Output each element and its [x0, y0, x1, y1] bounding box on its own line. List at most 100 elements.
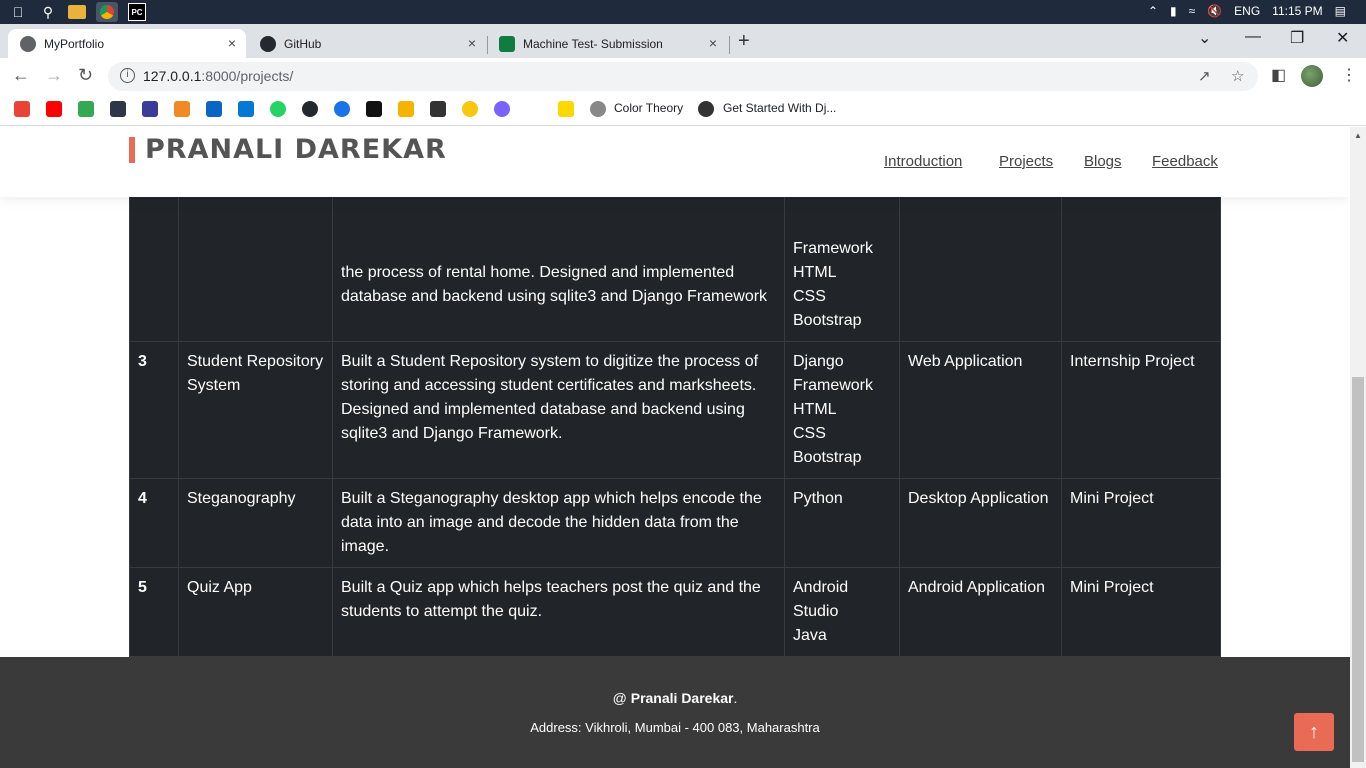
project-row: 5 Quiz App Built a Quiz app which helps te…	[129, 567, 1221, 657]
linkedin-icon[interactable]	[206, 101, 222, 117]
project-type: Desktop Application	[899, 478, 1062, 568]
project-technologies: Django Framework HTML CSS Bootstrap	[784, 341, 900, 479]
nox-icon[interactable]	[526, 101, 542, 117]
bookmark-color-theory[interactable]: Color Theory	[614, 101, 683, 115]
tab-myportfolio[interactable]: MyPortfolio ×	[8, 29, 246, 58]
project-technologies: Android Studio Java	[784, 567, 900, 657]
back-icon[interactable]: ←	[12, 65, 30, 86]
profile-avatar[interactable]	[1301, 65, 1323, 87]
project-row: 4 Steganography Built a Steganography desk…	[129, 478, 1221, 568]
youtube-icon[interactable]	[46, 101, 62, 117]
clock[interactable]: 11:15 PM	[1272, 4, 1322, 18]
forward-icon[interactable]: →	[45, 65, 63, 86]
technology-item: Bootstrap	[793, 449, 862, 466]
c-app-icon[interactable]	[334, 101, 350, 117]
logo-accent-bar	[129, 137, 135, 163]
reload-icon[interactable]: ↻	[78, 65, 93, 86]
technology-item: CSS	[793, 288, 826, 305]
scrollbar-thumb[interactable]	[1352, 377, 1364, 762]
apple-icon[interactable]: 	[8, 2, 28, 22]
gmail-icon[interactable]	[14, 101, 30, 117]
search-icon[interactable]: ⚲	[38, 2, 58, 22]
technology-item: Studio	[793, 603, 839, 620]
django-bookmark-icon[interactable]	[698, 101, 714, 117]
scroll-to-top-button[interactable]: ↑	[1294, 713, 1334, 751]
share-icon[interactable]: ↗	[1198, 67, 1211, 85]
battery-icon[interactable]: ▮	[1170, 4, 1177, 18]
tab-title: GitHub	[284, 36, 322, 51]
color-theory-icon[interactable]	[590, 101, 606, 117]
notification-icon[interactable]: ▤	[1335, 4, 1346, 18]
technology-item: Framework	[793, 240, 874, 257]
v-orange-icon[interactable]	[174, 101, 190, 117]
flipkart-icon[interactable]	[558, 101, 574, 117]
site-info-icon[interactable]: i	[120, 68, 135, 83]
project-description: Built a Quiz app which helps teachers po…	[332, 567, 785, 657]
project-number: 4	[129, 478, 179, 568]
x-app-icon[interactable]	[366, 101, 382, 117]
tab-machine-test[interactable]: Machine Test- Submission ×	[487, 29, 727, 58]
chrome-icon[interactable]	[96, 2, 118, 22]
close-tab-icon[interactable]: ×	[468, 35, 476, 51]
globe-icon	[20, 35, 36, 52]
maps-icon[interactable]	[78, 101, 94, 117]
tab-github[interactable]: GitHub ×	[248, 29, 486, 58]
technology-item: Framework	[793, 377, 874, 394]
menu-icon[interactable]: ⋮	[1341, 65, 1357, 85]
project-name: Quiz App	[178, 567, 333, 657]
bookmark-star-icon[interactable]: ☆	[1231, 67, 1244, 85]
footer-copyright: @ Pranali Darekar.	[0, 690, 1350, 706]
site-logo[interactable]: PRANALI DAREKAR	[145, 134, 447, 165]
address-bar[interactable]: i 127.0.0.1:8000/projects/ ↗ ☆	[108, 62, 1258, 91]
technology-item: CSS	[793, 425, 826, 442]
close-tab-icon[interactable]: ×	[228, 35, 236, 51]
project-name: Steganography	[178, 478, 333, 568]
pycharm-icon[interactable]: PC	[128, 3, 146, 21]
nav-introduction[interactable]: Introduction	[884, 153, 962, 170]
browser-toolbar: ← → ↻ i 127.0.0.1:8000/projects/ ↗ ☆ ◧ ⋮	[0, 58, 1366, 94]
network-icon[interactable]	[430, 101, 446, 117]
outlook-icon[interactable]	[238, 101, 254, 117]
project-category: Mini Project	[1061, 567, 1221, 657]
nav-blogs[interactable]: Blogs	[1084, 153, 1122, 170]
close-window-icon[interactable]: ✕	[1336, 28, 1349, 48]
cloud-icon[interactable]	[110, 101, 126, 117]
chevron-up-icon[interactable]: ⌃	[1148, 4, 1158, 18]
project-name	[178, 182, 333, 342]
project-category	[1061, 182, 1221, 342]
page-scrollbar[interactable]: ▲	[1350, 127, 1366, 768]
github-icon[interactable]	[302, 101, 318, 117]
project-type	[899, 182, 1062, 342]
wifi-icon[interactable]: ≈	[1189, 4, 1196, 18]
close-tab-icon[interactable]: ×	[709, 35, 717, 51]
project-category: Mini Project	[1061, 478, 1221, 568]
new-tab-button[interactable]: +	[738, 30, 750, 53]
whatsapp-icon[interactable]	[270, 101, 286, 117]
chart-app-icon[interactable]	[398, 101, 414, 117]
project-description: Built a Steganography desktop app which …	[332, 478, 785, 568]
url-text[interactable]: 127.0.0.1:8000/projects/	[143, 68, 293, 84]
technology-item: HTML	[793, 264, 837, 281]
volume-icon[interactable]: 🔇	[1207, 4, 1222, 18]
minimize-icon[interactable]: —	[1245, 28, 1261, 46]
project-name: Student Repository System	[178, 341, 333, 479]
bookmark-get-started-django[interactable]: Get Started With Dj...	[723, 101, 836, 115]
scroll-up-arrow-icon[interactable]: ▲	[1354, 131, 1362, 140]
nav-projects[interactable]: Projects	[999, 153, 1053, 170]
forms-icon	[499, 35, 515, 52]
projects-table: the process of rental home. Designed and…	[129, 182, 1221, 657]
nav-feedback[interactable]: Feedback	[1152, 153, 1218, 170]
file-explorer-icon[interactable]	[68, 5, 86, 19]
project-row: the process of rental home. Designed and…	[129, 182, 1221, 342]
tab-search-icon[interactable]: ⌄	[1198, 28, 1211, 48]
tab-title: MyPortfolio	[44, 36, 105, 51]
project-type: Web Application	[899, 341, 1062, 479]
yellow-app-icon[interactable]	[462, 101, 478, 117]
canva-icon[interactable]	[494, 101, 510, 117]
language-indicator[interactable]: ENG	[1234, 4, 1260, 18]
tab-bar: MyPortfolio × GitHub × Machine Test- Sub…	[0, 24, 1366, 58]
v-app-icon[interactable]	[142, 101, 158, 117]
page-viewport: the process of rental home. Designed and…	[0, 127, 1350, 768]
side-panel-icon[interactable]: ◧	[1271, 65, 1286, 85]
restore-icon[interactable]: ❐	[1290, 28, 1304, 48]
